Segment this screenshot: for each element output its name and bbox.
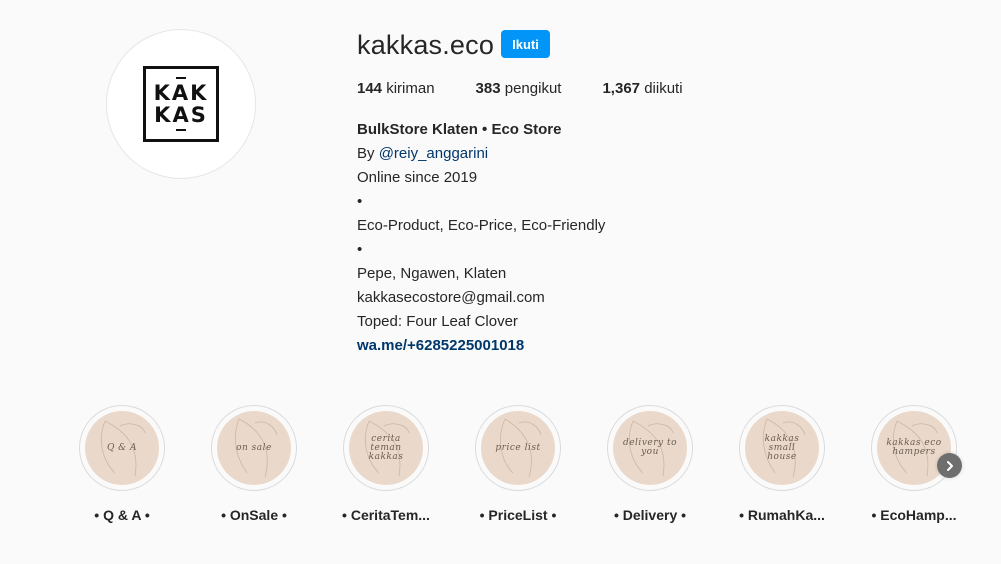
highlight-cover-text: kakkas small house [764,433,800,462]
story-highlights: Q & A • Q & A • on sale • OnSale • cerit… [78,405,978,535]
highlight-label: • OnSale • [221,507,287,523]
logo-line-2: KAS [154,103,208,127]
chevron-right-icon [946,460,953,471]
highlight-ceritateman[interactable]: cerita teman kakkas • CeritaTem... [342,405,430,523]
highlight-cover: on sale [217,411,291,485]
highlight-onsale[interactable]: on sale • OnSale • [210,405,298,523]
bio-by-prefix: By [357,145,379,162]
bio-website-link[interactable]: wa.me/+6285225001018 [357,336,777,360]
highlight-label: • RumahKa... [739,507,825,523]
followers-label: pengikut [504,80,562,97]
followers-count: 383 [475,80,501,97]
highlight-cover-text: delivery to you [622,438,678,457]
highlight-cover-text: cerita teman kakkas [368,433,404,462]
bio-toped-line: Toped: Four Leaf Clover [357,313,518,330]
highlight-cover: cerita teman kakkas [349,411,423,485]
bio-by-line: By @reiy_anggarini [357,144,777,168]
bio-email-line: kakkasecostore@gmail.com [357,289,545,306]
posts-label: kiriman [386,80,435,97]
highlight-ring: Q & A [79,405,165,491]
highlight-label: • Q & A • [94,507,150,523]
bio-online-line: Online since 2019 [357,169,478,186]
highlights-next-button[interactable] [937,453,962,478]
highlight-ring: kakkas eco hampers [871,405,957,491]
profile-username: kakkas.eco [357,30,495,60]
highlight-cover: kakkas small house [745,411,819,485]
profile-page: KAK KAS kakkas.eco Ikuti 144 kiriman 383… [0,0,1001,564]
highlight-pricelist[interactable]: price list • PriceList • [474,405,562,523]
highlight-ring: kakkas small house [739,405,825,491]
followers-stat[interactable]: 383 pengikut [476,80,562,97]
highlight-label: • PriceList • [479,507,557,523]
highlight-ring: on sale [211,405,297,491]
bio-mention-link[interactable]: @reiy_anggarini [379,145,488,162]
profile-stats: 144 kiriman 383 pengikut 1,367 diikuti [357,80,724,97]
highlight-ring: delivery to you [607,405,693,491]
highlight-delivery[interactable]: delivery to you • Delivery • [606,405,694,523]
highlight-label: • CeritaTem... [342,507,430,523]
profile-bio: BulkStore Klaten • Eco Store By @reiy_an… [357,120,777,360]
logo-line-1: KAK [153,81,209,105]
follow-button[interactable]: Ikuti [501,30,550,58]
bio-eco-line: Eco-Product, Eco-Price, Eco-Friendly [357,217,606,234]
bio-location-line: Pepe, Ngawen, Klaten [357,265,507,282]
highlight-cover: delivery to you [613,411,687,485]
highlight-cover: price list [481,411,555,485]
highlight-cover: Q & A [85,411,159,485]
highlight-qa[interactable]: Q & A • Q & A • [78,405,166,523]
highlight-label: • Delivery • [613,507,687,523]
following-count: 1,367 [602,80,641,97]
following-stat[interactable]: 1,367 diikuti [602,80,682,97]
logo-top-dash [176,77,186,79]
highlight-cover-text: price list [495,442,541,453]
highlight-rumahkakkas[interactable]: kakkas small house • RumahKa... [738,405,826,523]
logo-bottom-dash [176,129,186,131]
profile-avatar[interactable]: KAK KAS [106,29,256,179]
highlight-cover-text: Q & A [106,442,138,453]
highlight-label: • EcoHamp... [871,507,957,523]
bio-name: BulkStore Klaten • Eco Store [357,121,562,138]
bio-bullet-1: • [357,193,363,210]
highlight-ring: price list [475,405,561,491]
highlight-ring: cerita teman kakkas [343,405,429,491]
bio-bullet-2: • [357,241,363,258]
posts-count: 144 [357,80,383,97]
following-label: diikuti [644,80,683,97]
posts-stat: 144 kiriman [357,80,435,97]
highlight-cover-text: on sale [236,442,272,453]
highlight-cover-text: kakkas eco hampers [886,438,942,457]
kakkas-logo: KAK KAS [143,66,219,142]
